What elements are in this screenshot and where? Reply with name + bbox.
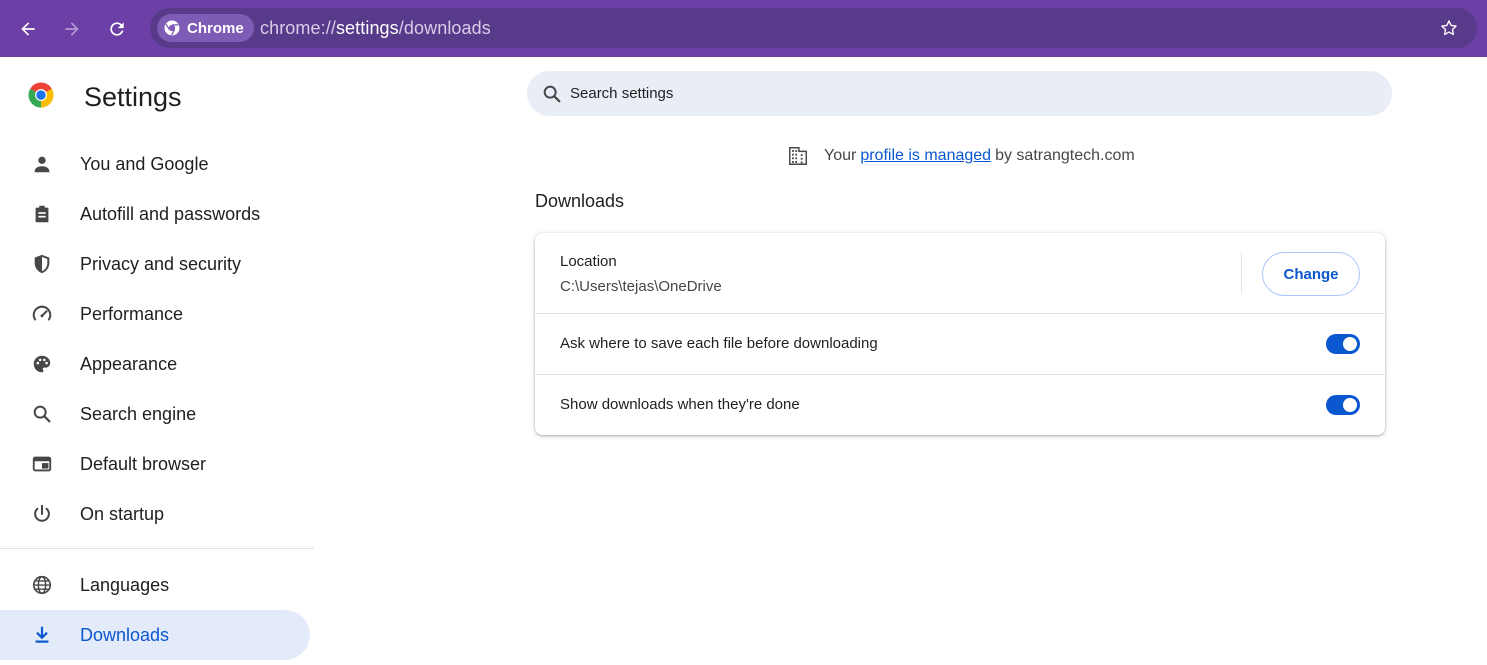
chrome-logo-icon bbox=[28, 82, 54, 108]
managed-notice: Your profile is managed by satrangtech.c… bbox=[787, 145, 1139, 167]
sidebar-item-label: Search engine bbox=[80, 403, 197, 424]
speedometer-icon bbox=[32, 305, 52, 321]
sidebar-item-autofill[interactable]: Autofill and passwords bbox=[0, 189, 310, 239]
row-separator bbox=[1241, 253, 1242, 293]
change-location-button[interactable]: Change bbox=[1262, 252, 1360, 296]
settings-search[interactable] bbox=[527, 71, 1392, 116]
clipboard-icon bbox=[35, 205, 49, 223]
profile-managed-link[interactable]: profile is managed bbox=[860, 147, 991, 165]
chrome-logo-icon bbox=[164, 20, 180, 36]
globe-icon bbox=[32, 575, 52, 595]
search-icon bbox=[33, 405, 51, 423]
downloads-card: Location C:\Users\tejas\OneDrive Change … bbox=[535, 233, 1385, 435]
sidebar-item-label: Performance bbox=[80, 303, 184, 324]
sidebar-item-label: You and Google bbox=[80, 153, 209, 174]
power-icon bbox=[34, 504, 50, 522]
sidebar-item-label: On startup bbox=[80, 503, 165, 524]
ask-where-toggle[interactable] bbox=[1326, 334, 1360, 354]
toggle-knob bbox=[1343, 337, 1357, 351]
person-icon bbox=[34, 156, 50, 173]
shield-icon bbox=[34, 254, 50, 274]
sidebar-item-appearance[interactable]: Appearance bbox=[0, 339, 310, 389]
search-input[interactable] bbox=[570, 71, 1370, 116]
sidebar-item-label: Default browser bbox=[80, 453, 207, 474]
ask-where-row[interactable]: Ask where to save each file before downl… bbox=[535, 313, 1385, 374]
chip-label: Chrome bbox=[187, 19, 244, 37]
browser-toolbar: Chrome chrome://settings/downloads bbox=[0, 0, 1487, 57]
sidebar-item-label: Languages bbox=[80, 574, 170, 595]
ask-where-label: Ask where to save each file before downl… bbox=[560, 335, 878, 352]
sidebar-item-performance[interactable]: Performance bbox=[0, 289, 310, 339]
sidebar-divider bbox=[0, 548, 314, 549]
sidebar-item-label: Autofill and passwords bbox=[80, 203, 261, 224]
sidebar-item-languages[interactable]: Languages bbox=[0, 560, 310, 610]
arrow-left-icon bbox=[21, 22, 35, 36]
sidebar-item-downloads[interactable]: Downloads bbox=[0, 610, 310, 660]
browser-window-icon bbox=[32, 456, 52, 472]
download-icon bbox=[35, 626, 49, 643]
sidebar-item-default-browser[interactable]: Default browser bbox=[0, 439, 310, 489]
chrome-chip[interactable]: Chrome bbox=[157, 14, 254, 42]
location-label: Location bbox=[560, 253, 617, 270]
managed-suffix: by satrangtech.com bbox=[995, 147, 1135, 164]
url-path: /downloads bbox=[398, 18, 491, 38]
url-scheme: chrome:// bbox=[260, 18, 336, 38]
bookmark-star-icon[interactable] bbox=[1439, 18, 1459, 38]
settings-sidebar: Settings You and Google Autofill and pas… bbox=[0, 57, 314, 665]
search-icon bbox=[543, 85, 561, 103]
show-downloads-row[interactable]: Show downloads when they're done bbox=[535, 374, 1385, 435]
address-bar[interactable]: Chrome chrome://settings/downloads bbox=[150, 8, 1477, 48]
reload-button[interactable] bbox=[101, 13, 133, 45]
palette-icon bbox=[33, 355, 51, 373]
section-title: Downloads bbox=[535, 191, 625, 211]
reload-icon bbox=[110, 22, 124, 36]
settings-brand: Settings bbox=[26, 80, 182, 112]
sidebar-item-label: Appearance bbox=[80, 353, 178, 374]
sidebar-item-search-engine[interactable]: Search engine bbox=[0, 389, 310, 439]
building-icon bbox=[789, 147, 807, 165]
managed-prefix: Your bbox=[824, 147, 857, 164]
sidebar-item-you-and-google[interactable]: You and Google bbox=[0, 139, 310, 189]
location-row: Location C:\Users\tejas\OneDrive Change bbox=[535, 233, 1385, 313]
url-host: settings bbox=[335, 18, 399, 38]
forward-button[interactable] bbox=[56, 13, 88, 45]
toggle-knob bbox=[1343, 398, 1357, 412]
show-downloads-toggle[interactable] bbox=[1326, 395, 1360, 415]
back-button[interactable] bbox=[12, 13, 44, 45]
sidebar-item-label: Privacy and security bbox=[80, 253, 242, 274]
show-downloads-label: Show downloads when they're done bbox=[560, 396, 800, 413]
location-path: C:\Users\tejas\OneDrive bbox=[560, 278, 722, 295]
settings-title: Settings bbox=[84, 82, 182, 112]
arrow-right-icon bbox=[65, 22, 79, 36]
sidebar-item-label: Downloads bbox=[80, 624, 170, 645]
url-text[interactable]: chrome://settings/downloads bbox=[260, 18, 491, 39]
sidebar-item-on-startup[interactable]: On startup bbox=[0, 489, 310, 539]
sidebar-item-privacy[interactable]: Privacy and security bbox=[0, 239, 310, 289]
